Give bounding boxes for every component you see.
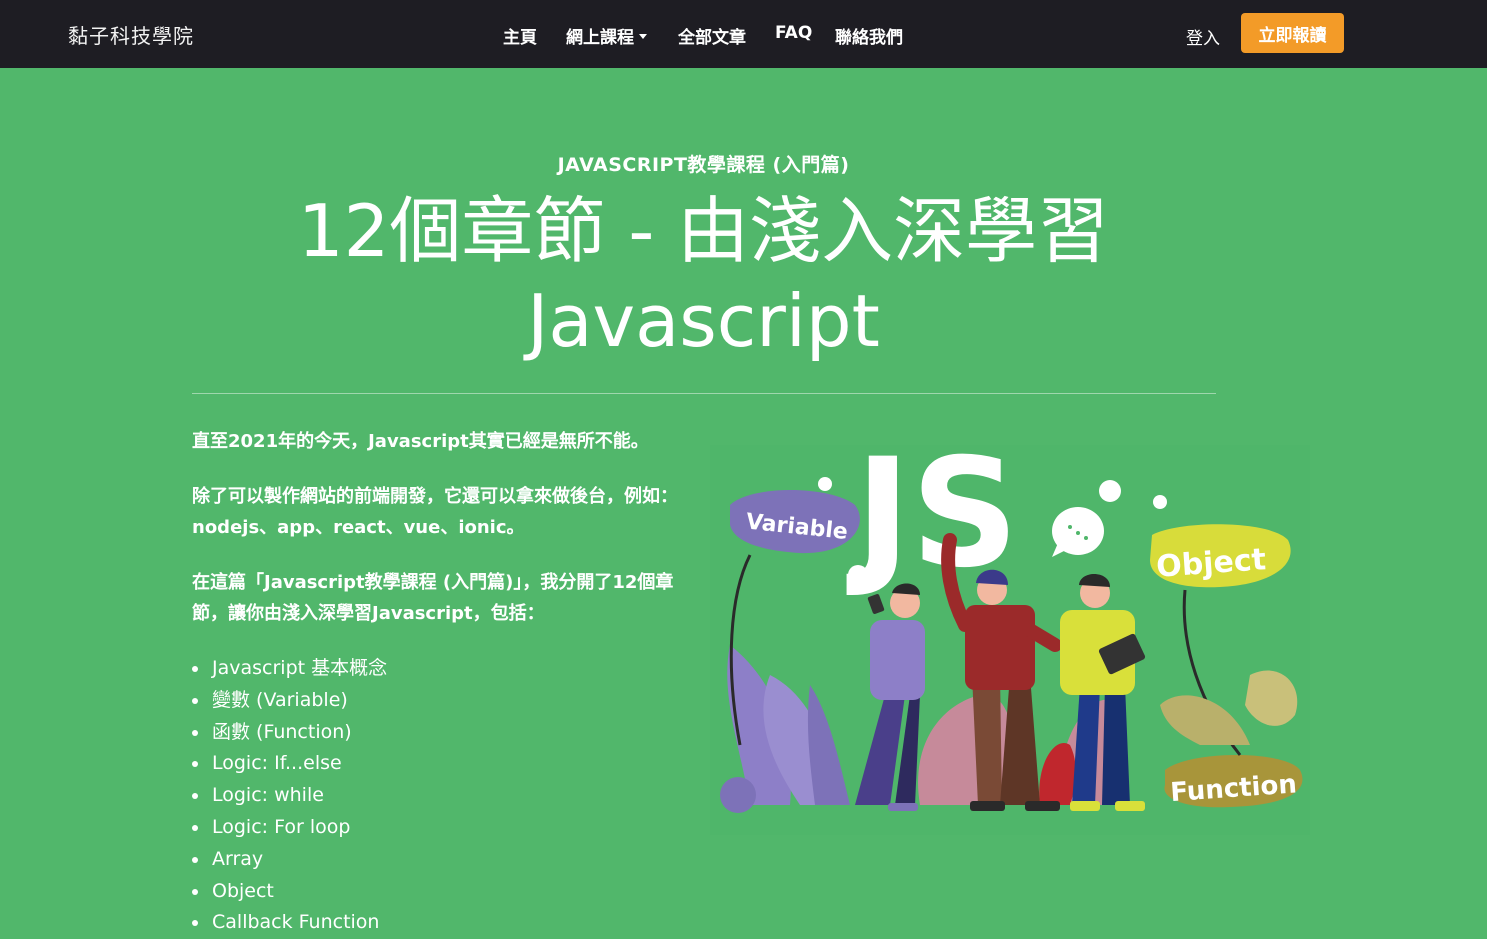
title-line-2: Javascript bbox=[527, 279, 880, 363]
bubble-dot bbox=[1153, 495, 1167, 509]
intro-paragraph-1: 直至2021年的今天，Javascript其實已經是無所不能。 bbox=[192, 431, 649, 452]
nav-item-contact[interactable]: 聯絡我們 bbox=[835, 23, 903, 48]
list-item: Javascript 基本概念 bbox=[192, 653, 702, 685]
enroll-now-button[interactable]: 立即報讀 bbox=[1241, 13, 1344, 53]
list-item: Callback Function bbox=[192, 907, 702, 939]
nav-item-home[interactable]: 主頁 bbox=[503, 23, 537, 48]
nav-item-all-articles[interactable]: 全部文章 bbox=[678, 23, 746, 48]
brand-logo[interactable]: 黏子科技學院 bbox=[68, 20, 194, 49]
list-item: 變數 (Variable) bbox=[192, 685, 702, 717]
object-label: Object bbox=[1150, 524, 1291, 588]
bubble-dot bbox=[818, 477, 832, 491]
intro-paragraph-3: 在這篇「Javascript教學課程 (入門篇)」，我分開了12個章節，讓你由淺… bbox=[192, 572, 674, 624]
list-item: 函數 (Function) bbox=[192, 717, 702, 749]
speech-bubble-icon bbox=[1052, 507, 1104, 557]
hero-divider bbox=[192, 393, 1216, 394]
purple-plant bbox=[720, 554, 850, 813]
login-link[interactable]: 登入 bbox=[1186, 24, 1220, 49]
list-item: Logic: while bbox=[192, 780, 702, 812]
variable-label: Variable bbox=[730, 490, 860, 554]
chevron-down-icon bbox=[639, 33, 647, 39]
js-concepts-illustration: JS Variable Object Function bbox=[710, 445, 1310, 835]
list-item: Logic: For loop bbox=[192, 812, 702, 844]
olive-plant bbox=[1160, 589, 1298, 756]
list-item: Object bbox=[192, 876, 702, 908]
function-label: Function bbox=[1164, 755, 1303, 808]
list-item: Logic: If...else bbox=[192, 748, 702, 780]
bubble-dot bbox=[1099, 480, 1121, 502]
page-title: 12個章節 - 由淺入深學習 Javascript bbox=[0, 186, 1407, 366]
person-with-phone bbox=[855, 583, 925, 811]
intro-paragraph-2: 除了可以製作網站的前端開發，它還可以拿來做後台，例如：nodejs、app、re… bbox=[192, 486, 678, 538]
intro-text: 直至2021年的今天，Javascript其實已經是無所不能。 除了可以製作網站… bbox=[192, 426, 702, 939]
course-eyebrow: JAVASCRIPT教學課程 (入門篇) bbox=[557, 154, 850, 176]
list-item: Array bbox=[192, 844, 702, 876]
top-navbar: 黏子科技學院 主頁 網上課程 全部文章 FAQ 聯絡我們 登入 立即報讀 bbox=[0, 0, 1487, 68]
red-plant bbox=[1039, 743, 1076, 805]
topic-list: Javascript 基本概念 變數 (Variable) 函數 (Functi… bbox=[192, 653, 702, 939]
nav-item-online-courses[interactable]: 網上課程 bbox=[566, 23, 647, 48]
nav-item-faq[interactable]: FAQ bbox=[775, 23, 812, 43]
illustration-svg: JS Variable Object Function bbox=[720, 445, 1303, 813]
title-line-1: 12個章節 - 由淺入深學習 bbox=[297, 189, 1110, 273]
